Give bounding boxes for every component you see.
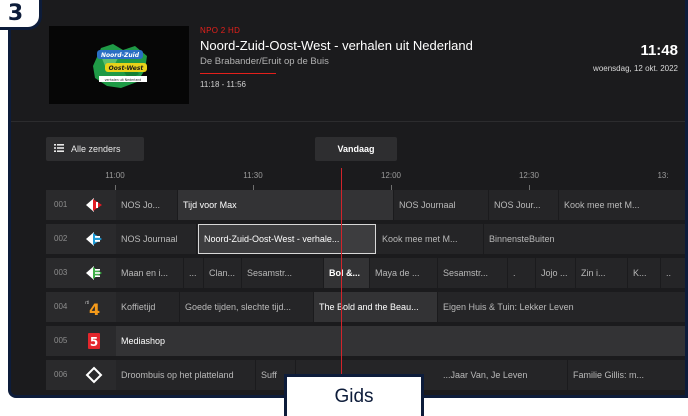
program-cell[interactable]: K... [628,258,661,288]
program-title: Noord-Zuid-Oost-West - verhalen uit Nede… [200,38,473,53]
program-cell[interactable]: Kook mee met M... [377,224,484,254]
program-cell[interactable]: Kook mee met M... [559,190,685,220]
npo1-logo-icon [84,196,104,214]
program-cell[interactable]: Koffietijd [116,292,180,322]
guide-tab[interactable]: Gids [284,374,424,416]
program-cell-selected[interactable]: Noord-Zuid-Oost-West - verhale... [198,224,376,254]
rtl4-logo-icon: rtl 4 [84,298,104,319]
channel-row: 005 5 Mediashop [46,326,685,356]
program-cell[interactable]: ...Jaar Van, Je Leven [438,360,568,390]
program-cell[interactable]: Mediashop [116,326,685,356]
current-time: 11:48 [640,42,678,59]
tick-label: 11:00 [105,171,125,180]
list-filter-icon [54,144,64,154]
channel-number: 005 [54,336,68,345]
program-cell[interactable]: NOS Jour... [489,190,559,220]
channel-tag: NPO 2 HD [200,26,241,35]
channel-number: 001 [54,200,68,209]
current-date: woensdag, 12 okt. 2022 [593,64,678,73]
all-channels-button[interactable]: Alle zenders [46,137,144,161]
thumb-title-line3: verhalen uit Nederland [105,78,142,82]
channel-row: 004 rtl 4 Koffietijd Goede tijden, slech… [46,292,685,322]
program-cell[interactable]: Zin i... [576,258,628,288]
program-cell[interactable]: . [508,258,536,288]
program-cell[interactable]: ... [184,258,204,288]
current-time-indicator [341,168,342,395]
program-cell[interactable]: NOS Journaal [116,224,197,254]
program-cell[interactable]: BinnensteBuiten [484,224,685,254]
channel-number: 004 [54,302,68,311]
now-playing-header: Noord-Zuid Oost-West verhalen uit Nederl… [11,0,685,122]
channel-row: 001 NOS Jo... Tijd voor Max NOS Journaal… [46,190,685,220]
program-cell[interactable]: Sesamstr... [438,258,508,288]
tick-label: 11:30 [243,171,263,180]
tick-label: 12:00 [380,171,402,180]
program-cell[interactable]: Familie Gillis: m... [568,360,685,390]
program-time-range: 11:18 - 11:56 [200,80,246,89]
today-label: Vandaag [337,144,375,154]
program-cell[interactable]: Bol &... [324,258,370,288]
program-cell[interactable]: Sesamstr... [242,258,324,288]
step-badge: 3 [0,0,42,30]
thumb-title-line1: Noord-Zuid [101,52,140,59]
program-cell[interactable]: The Bold and the Beau... [314,292,438,322]
program-cell[interactable]: NOS Journaal [394,190,489,220]
channel-number: 003 [54,268,68,277]
program-cell[interactable]: Tijd voor Max [178,190,394,220]
program-cell[interactable]: Jojo ... [536,258,576,288]
program-cell[interactable]: Maan en i... [116,258,184,288]
channel-cell[interactable]: 006 [46,360,116,390]
program-cell[interactable]: .. [661,258,685,288]
svg-text:5: 5 [90,335,98,349]
program-cell[interactable]: Maya de ... [370,258,438,288]
channel-cell[interactable]: 001 [46,190,116,220]
channel-number: 002 [54,234,68,243]
channel-row: 002 NOS Journaal Noord-Zuid-Oost-West - … [46,224,685,254]
channel-row: 003 Maan en i... ... Clan... Sesamstr...… [46,258,685,288]
program-subtitle: De Brabander/Eruit op de Buis [200,56,329,67]
program-cell[interactable]: Goede tijden, slechte tijd... [180,292,314,322]
channel-cell[interactable]: 005 5 [46,326,116,356]
epg-grid: 001 NOS Jo... Tijd voor Max NOS Journaal… [46,190,685,395]
tv-guide-screen: Noord-Zuid Oost-West verhalen uit Nederl… [8,0,688,398]
channel-cell[interactable]: 003 [46,258,116,288]
program-cell[interactable]: Eigen Huis & Tuin: Lekker Leven [438,292,685,322]
channel-cell[interactable]: 004 rtl 4 [46,292,116,322]
tick-label: 12:30 [518,171,540,180]
tick-label: 13: [657,171,669,180]
progress-underline [200,73,276,74]
channel-number: 006 [54,370,68,379]
today-button[interactable]: Vandaag [315,137,397,161]
time-ruler: 11:00 11:30 12:00 12:30 13: [11,168,685,190]
program-cell[interactable]: Droombuis op het platteland [116,360,256,390]
channel-cell[interactable]: 002 [46,224,116,254]
program-cell[interactable]: Clan... [204,258,242,288]
sbs6-logo-icon [84,366,104,384]
npo2-logo-icon [84,230,104,248]
rtl5-logo-icon: 5 [84,332,104,350]
program-cell[interactable]: NOS Jo... [116,190,178,220]
program-thumbnail: Noord-Zuid Oost-West verhalen uit Nederl… [49,26,189,104]
svg-text:4: 4 [89,300,100,316]
all-channels-label: Alle zenders [71,144,121,154]
npo3-logo-icon [84,264,104,282]
thumb-title-line2: Oost-West [109,65,145,72]
guide-tab-label: Gids [334,385,374,407]
